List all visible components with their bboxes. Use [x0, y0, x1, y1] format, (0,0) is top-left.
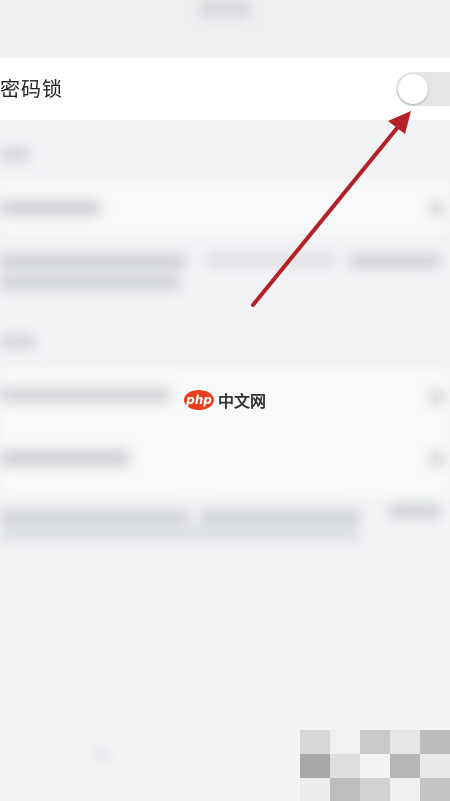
watermark: php 中文网 — [184, 388, 266, 412]
pixelated-corner — [300, 730, 450, 801]
watermark-text: 中文网 — [218, 392, 267, 411]
php-logo-icon: php — [184, 390, 214, 410]
